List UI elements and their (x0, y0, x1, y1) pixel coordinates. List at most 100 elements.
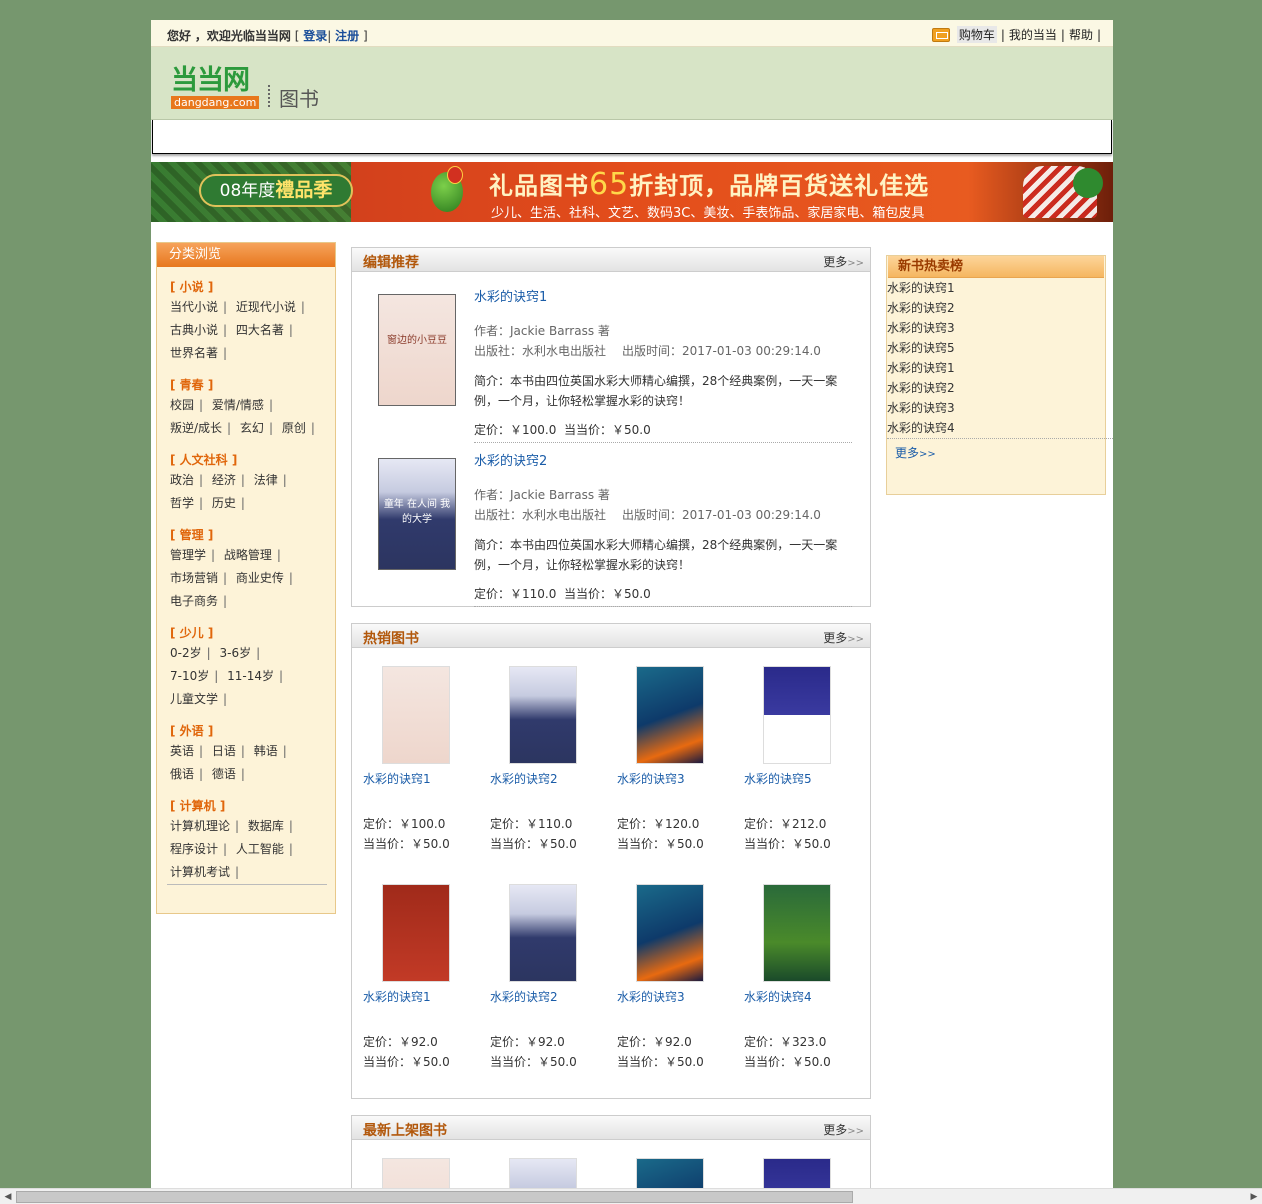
book-title-link[interactable]: 水彩的诀窍1 (363, 770, 473, 787)
bestseller-link[interactable]: 水彩的诀窍2 (887, 301, 955, 315)
category-title[interactable]: [ 小说 ] (170, 278, 335, 296)
book-title-link[interactable]: 水彩的诀窍3 (617, 770, 727, 787)
book-cover[interactable]: 童年 在人间 我的大学 (378, 458, 456, 570)
more-link[interactable]: 更多>> (823, 629, 864, 646)
shopping-cart-icon[interactable] (931, 27, 950, 42)
scroll-right-icon[interactable]: ▶ (1247, 1191, 1261, 1203)
book-card[interactable]: 水彩的诀窍5 定价：￥212.0 当当价：￥50.0 (744, 666, 854, 854)
more-link[interactable]: 更多>> (823, 1121, 864, 1138)
book-cover[interactable] (382, 884, 450, 982)
book-cover[interactable] (382, 666, 450, 764)
bestseller-link[interactable]: 水彩的诀窍1 (887, 361, 955, 375)
more-link[interactable]: 更多>> (895, 444, 936, 461)
category-title[interactable]: [ 管理 ] (170, 526, 335, 544)
category-link[interactable]: 人工智能 (236, 842, 284, 856)
book-card[interactable]: 水彩的诀窍1 定价：￥92.0 当当价：￥50.0 (363, 884, 473, 1072)
category-link[interactable]: 当代小说 (170, 300, 218, 314)
bestseller-link[interactable]: 水彩的诀窍3 (887, 401, 955, 415)
book-title-link[interactable]: 水彩的诀窍2 (474, 454, 547, 469)
bestseller-link[interactable]: 水彩的诀窍2 (887, 381, 955, 395)
book-title-link[interactable]: 水彩的诀窍2 (490, 988, 600, 1005)
book-cover[interactable] (509, 666, 577, 764)
category-link[interactable]: 数据库 (248, 819, 284, 833)
category-link[interactable]: 商业史传 (236, 571, 284, 585)
category-link[interactable]: 俄语 (170, 767, 194, 781)
login-link[interactable]: 登录 (303, 29, 327, 43)
category-link[interactable]: 程序设计 (170, 842, 218, 856)
category-link[interactable]: 3-6岁 (219, 646, 251, 660)
category-link[interactable]: 德语 (212, 767, 236, 781)
category-link[interactable]: 世界名著 (170, 346, 218, 360)
cart-link[interactable]: 购物车 (956, 26, 997, 43)
book-cover[interactable] (509, 884, 577, 982)
book-title-link[interactable]: 水彩的诀窍1 (363, 988, 473, 1005)
category-link[interactable]: 市场营销 (170, 571, 218, 585)
bestseller-link[interactable]: 水彩的诀窍4 (887, 421, 955, 435)
category-link[interactable]: 计算机理论 (170, 819, 230, 833)
category-link[interactable]: 历史 (212, 496, 236, 510)
category-link[interactable]: 近现代小说 (236, 300, 296, 314)
category-link[interactable]: 儿童文学 (170, 692, 218, 706)
book-cover[interactable] (636, 884, 704, 982)
category-link[interactable]: 韩语 (254, 744, 278, 758)
book-cover[interactable] (763, 666, 831, 764)
help-link[interactable]: 帮助 (1069, 26, 1093, 43)
category-link[interactable]: 7-10岁 (170, 669, 209, 683)
book-title-link[interactable]: 水彩的诀窍5 (744, 770, 854, 787)
bestseller-link[interactable]: 水彩的诀窍5 (887, 341, 955, 355)
book-cover[interactable] (382, 1158, 450, 1190)
category-link[interactable]: 爱情/情感 (212, 398, 264, 412)
category-link[interactable]: 四大名著 (236, 323, 284, 337)
category-link[interactable]: 古典小说 (170, 323, 218, 337)
category-title[interactable]: [ 青春 ] (170, 376, 335, 394)
category-link[interactable]: 校园 (170, 398, 194, 412)
my-dangdang-link[interactable]: 我的当当 (1009, 26, 1057, 43)
scroll-left-icon[interactable]: ◀ (1, 1191, 15, 1203)
category-link[interactable]: 战略管理 (224, 548, 272, 562)
book-title-link[interactable]: 水彩的诀窍1 (474, 290, 547, 305)
category-link[interactable]: 管理学 (170, 548, 206, 562)
bestseller-link[interactable]: 水彩的诀窍1 (887, 281, 955, 295)
category-title[interactable]: [ 人文社科 ] (170, 451, 335, 469)
book-card[interactable] (363, 1158, 473, 1190)
promo-banner[interactable]: 08年度禮品季 礼品图书65折封顶，品牌百货送礼佳选 少儿、生活、社科、文艺、数… (151, 162, 1113, 222)
category-title[interactable]: [ 计算机 ] (170, 797, 335, 815)
category-link[interactable]: 日语 (212, 744, 236, 758)
category-link[interactable]: 原创 (282, 421, 306, 435)
category-link[interactable]: 计算机考试 (170, 865, 230, 879)
book-card[interactable] (490, 1158, 600, 1190)
book-card[interactable] (744, 1158, 854, 1190)
book-card[interactable]: 水彩的诀窍1 定价：￥100.0 当当价：￥50.0 (363, 666, 473, 854)
horizontal-scrollbar[interactable]: ◀ ▶ (0, 1188, 1262, 1204)
book-cover[interactable] (763, 1158, 831, 1190)
book-cover[interactable] (636, 666, 704, 764)
category-link[interactable]: 叛逆/成长 (170, 421, 222, 435)
category-link[interactable]: 法律 (254, 473, 278, 487)
book-card[interactable]: 水彩的诀窍4 定价：￥323.0 当当价：￥50.0 (744, 884, 854, 1072)
book-title-link[interactable]: 水彩的诀窍2 (490, 770, 600, 787)
book-cover[interactable] (509, 1158, 577, 1190)
bestseller-link[interactable]: 水彩的诀窍3 (887, 321, 955, 335)
category-link[interactable]: 英语 (170, 744, 194, 758)
book-title-link[interactable]: 水彩的诀窍4 (744, 988, 854, 1005)
category-link[interactable]: 0-2岁 (170, 646, 202, 660)
book-card[interactable]: 水彩的诀窍3 定价：￥92.0 当当价：￥50.0 (617, 884, 727, 1072)
category-link[interactable]: 哲学 (170, 496, 194, 510)
book-cover[interactable]: 窗边的小豆豆 (378, 294, 456, 406)
more-link[interactable]: 更多>> (823, 253, 864, 270)
category-link[interactable]: 经济 (212, 473, 236, 487)
book-card[interactable] (617, 1158, 727, 1190)
book-card[interactable]: 水彩的诀窍2 定价：￥110.0 当当价：￥50.0 (490, 666, 600, 854)
category-link[interactable]: 玄幻 (240, 421, 264, 435)
scrollbar-thumb[interactable] (16, 1191, 853, 1203)
book-cover[interactable] (636, 1158, 704, 1190)
category-link[interactable]: 电子商务 (170, 594, 218, 608)
category-title[interactable]: [ 外语 ] (170, 722, 335, 740)
dangdang-logo[interactable]: 当当网 dangdang.com (171, 67, 260, 109)
category-title[interactable]: [ 少儿 ] (170, 624, 335, 642)
category-link[interactable]: 11-14岁 (227, 669, 274, 683)
book-title-link[interactable]: 水彩的诀窍3 (617, 988, 727, 1005)
book-card[interactable]: 水彩的诀窍3 定价：￥120.0 当当价：￥50.0 (617, 666, 727, 854)
book-card[interactable]: 水彩的诀窍2 定价：￥92.0 当当价：￥50.0 (490, 884, 600, 1072)
book-cover[interactable] (763, 884, 831, 982)
